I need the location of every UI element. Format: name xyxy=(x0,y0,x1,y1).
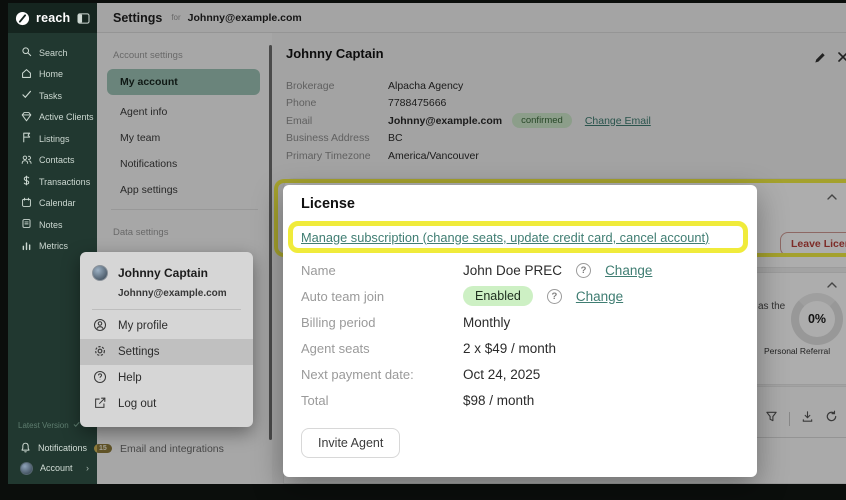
menu-item-help[interactable]: Help xyxy=(80,365,253,391)
license-modal: License Manage subscription (change seat… xyxy=(283,185,757,477)
field-value: Monthly xyxy=(463,315,510,330)
user-avatar xyxy=(92,265,108,281)
field-label: Agent seats xyxy=(301,341,463,356)
license-details: Name John Doe PREC ? Change Auto team jo… xyxy=(301,257,743,413)
divider xyxy=(92,309,241,310)
chevron-right-icon: › xyxy=(86,463,89,473)
enabled-badge: Enabled xyxy=(463,286,533,306)
sidebar-item-label: Active Clients xyxy=(39,112,94,122)
dollar-icon xyxy=(21,175,32,188)
change-name-link[interactable]: Change xyxy=(605,263,652,278)
menu-item-my-profile[interactable]: My profile xyxy=(80,313,253,339)
reach-logo-icon xyxy=(15,11,30,26)
sidebar-item-label: Notes xyxy=(39,220,63,230)
app-name: reach xyxy=(36,11,70,25)
log-out-icon xyxy=(93,396,107,413)
license-row-name: Name John Doe PREC ? Change xyxy=(301,257,743,283)
field-label: Auto team join xyxy=(301,289,463,304)
sidebar-item-contacts[interactable]: Contacts xyxy=(8,150,97,172)
field-label: Total xyxy=(301,393,463,408)
field-value: John Doe PREC xyxy=(463,263,562,278)
license-row-auto-team-join: Auto team join Enabled ? Change xyxy=(301,283,743,309)
user-menu-name: Johnny Captain xyxy=(118,266,208,280)
version-text: Latest Version xyxy=(18,421,69,430)
sidebar-item-home[interactable]: Home xyxy=(8,64,97,86)
version-check-icon xyxy=(73,421,80,430)
menu-item-label: Settings xyxy=(118,346,160,358)
bar-chart-icon xyxy=(21,240,32,253)
sidebar-item-listings[interactable]: Listings xyxy=(8,128,97,150)
change-auto-team-join-link[interactable]: Change xyxy=(576,289,623,304)
user-menu-popup: Johnny Captain Johnny@example.com My pro… xyxy=(80,252,253,427)
help-icon[interactable]: ? xyxy=(547,289,562,304)
gem-icon xyxy=(21,111,32,124)
manage-subscription-link[interactable]: Manage subscription (change seats, updat… xyxy=(301,230,709,245)
menu-item-label: Log out xyxy=(118,398,156,410)
sidebar-item-notifications[interactable]: Notifications 15 xyxy=(8,438,97,458)
help-circle-icon xyxy=(93,370,107,387)
invite-agent-button[interactable]: Invite Agent xyxy=(301,428,400,458)
sidebar-item-label: Contacts xyxy=(39,155,75,165)
sidebar-item-search[interactable]: Search xyxy=(8,42,97,64)
flag-icon xyxy=(21,132,32,145)
license-row-billing-period: Billing period Monthly xyxy=(301,309,743,335)
sidebar-item-label: Home xyxy=(39,69,63,79)
field-label: Billing period xyxy=(301,315,463,330)
sidebar-item-label: Transactions xyxy=(39,177,90,187)
user-menu-header: Johnny Captain Johnny@example.com xyxy=(80,252,253,310)
gear-icon xyxy=(93,344,107,361)
note-icon xyxy=(21,218,32,231)
sidebar-item-transactions[interactable]: Transactions xyxy=(8,171,97,193)
screen: reach Search Home Tasks Active Clients xyxy=(0,0,846,500)
license-row-agent-seats: Agent seats 2 x $49 / month xyxy=(301,335,743,361)
modal-title: License xyxy=(301,196,355,212)
account-label: Account xyxy=(40,463,73,473)
field-value: 2 x $49 / month xyxy=(463,341,556,356)
home-icon xyxy=(21,68,32,81)
bell-icon xyxy=(20,442,31,455)
person-circle-icon xyxy=(93,318,107,335)
sidebar-item-active-clients[interactable]: Active Clients xyxy=(8,107,97,129)
annotation-highlight-manage-link: Manage subscription (change seats, updat… xyxy=(288,221,748,253)
field-value: $98 / month xyxy=(463,393,534,408)
menu-item-label: My profile xyxy=(118,320,168,332)
sidebar-item-label: Search xyxy=(39,48,68,58)
license-row-total: Total $98 / month xyxy=(301,387,743,413)
check-icon xyxy=(21,89,32,102)
sidebar-item-calendar[interactable]: Calendar xyxy=(8,193,97,215)
sidebar-item-notes[interactable]: Notes xyxy=(8,214,97,236)
search-icon xyxy=(21,46,32,59)
menu-item-settings[interactable]: Settings xyxy=(80,339,253,365)
help-icon[interactable]: ? xyxy=(576,263,591,278)
sidebar-item-label: Listings xyxy=(39,134,70,144)
field-label: Name xyxy=(301,263,463,278)
calendar-icon xyxy=(21,197,32,210)
account-avatar xyxy=(20,462,33,475)
sidebar-item-label: Metrics xyxy=(39,241,68,251)
field-value: Oct 24, 2025 xyxy=(463,367,540,382)
sidebar-item-account[interactable]: Account › xyxy=(8,458,97,478)
collapse-sidebar-icon[interactable] xyxy=(77,13,90,24)
sidebar-nav: Search Home Tasks Active Clients Listing… xyxy=(8,42,97,257)
sidebar-footer: Latest Version Notifications 15 Account … xyxy=(8,421,97,478)
sidebar-item-label: Tasks xyxy=(39,91,62,101)
user-menu-email: Johnny@example.com xyxy=(118,288,241,299)
logo-row: reach xyxy=(8,3,97,33)
people-icon xyxy=(21,154,32,167)
field-label: Next payment date: xyxy=(301,367,463,382)
menu-item-label: Help xyxy=(118,372,142,384)
license-row-next-payment: Next payment date: Oct 24, 2025 xyxy=(301,361,743,387)
menu-item-log-out[interactable]: Log out xyxy=(80,391,253,417)
notifications-label: Notifications xyxy=(38,443,87,453)
sidebar-item-label: Calendar xyxy=(39,198,76,208)
sidebar-item-tasks[interactable]: Tasks xyxy=(8,85,97,107)
